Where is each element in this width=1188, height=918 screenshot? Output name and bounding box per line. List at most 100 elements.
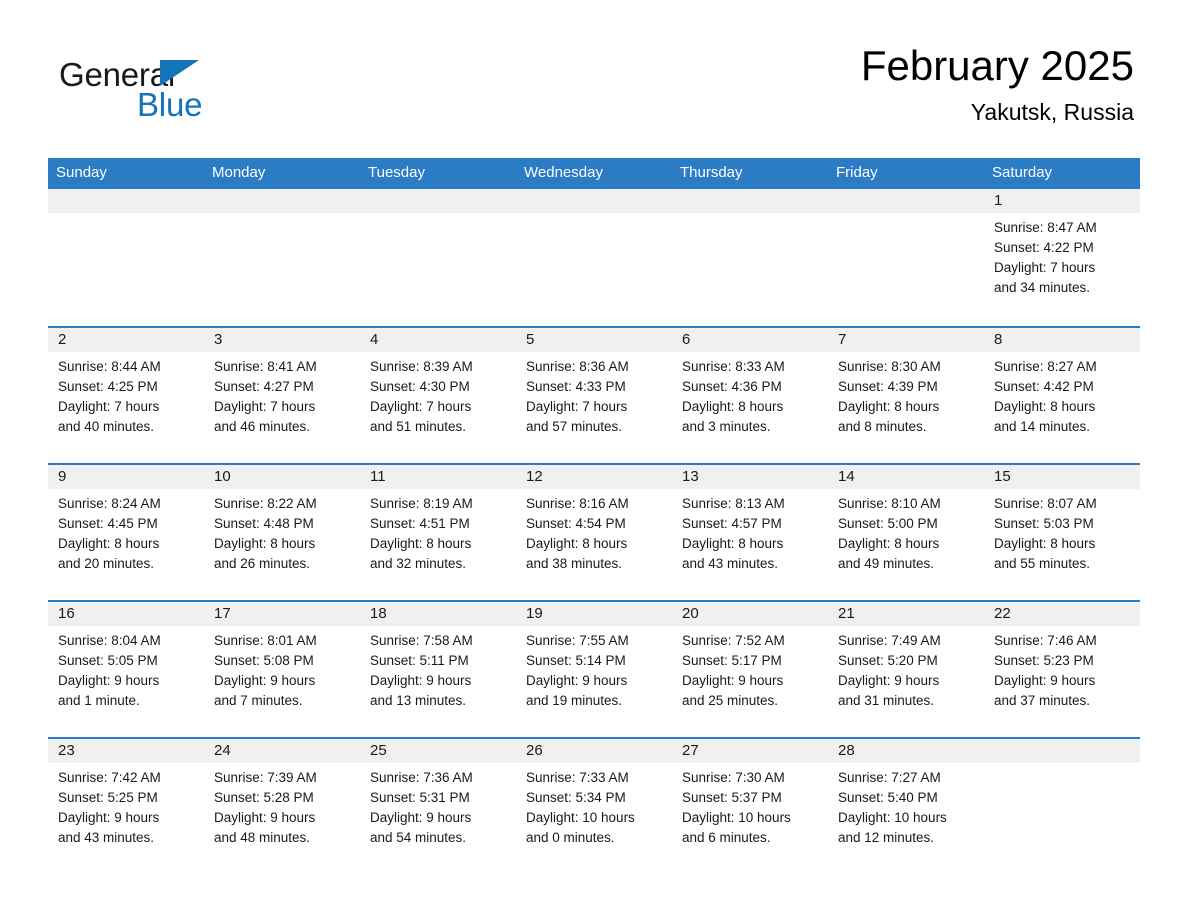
day-cell[interactable]: Sunrise: 8:36 AM Sunset: 4:33 PM Dayligh… xyxy=(516,352,672,463)
week-info-band: Sunrise: 8:24 AM Sunset: 4:45 PM Dayligh… xyxy=(48,489,1140,600)
day-number[interactable]: 24 xyxy=(204,739,360,763)
day-cell[interactable]: Sunrise: 7:55 AM Sunset: 5:14 PM Dayligh… xyxy=(516,626,672,737)
day-cell[interactable]: Sunrise: 7:39 AM Sunset: 5:28 PM Dayligh… xyxy=(204,763,360,874)
day-number[interactable]: 9 xyxy=(48,465,204,489)
day-cell[interactable]: Sunrise: 8:04 AM Sunset: 5:05 PM Dayligh… xyxy=(48,626,204,737)
daylight-text-line1: Daylight: 8 hours xyxy=(58,536,160,551)
weekday-header-sunday: Sunday xyxy=(56,164,107,181)
day-cell[interactable] xyxy=(360,213,516,326)
day-cell[interactable]: Sunrise: 7:36 AM Sunset: 5:31 PM Dayligh… xyxy=(360,763,516,874)
day-number[interactable]: 16 xyxy=(48,602,204,626)
daylight-text-line2: and 26 minutes. xyxy=(214,556,311,571)
day-cell[interactable]: Sunrise: 8:16 AM Sunset: 4:54 PM Dayligh… xyxy=(516,489,672,600)
day-number[interactable]: 27 xyxy=(672,739,828,763)
sunset-text: Sunset: 5:05 PM xyxy=(58,653,158,668)
day-number[interactable] xyxy=(360,189,516,213)
day-cell[interactable]: Sunrise: 7:27 AM Sunset: 5:40 PM Dayligh… xyxy=(828,763,984,874)
day-cell[interactable]: Sunrise: 7:52 AM Sunset: 5:17 PM Dayligh… xyxy=(672,626,828,737)
day-cell[interactable]: Sunrise: 8:41 AM Sunset: 4:27 PM Dayligh… xyxy=(204,352,360,463)
day-number[interactable]: 19 xyxy=(516,602,672,626)
day-number[interactable]: 28 xyxy=(828,739,984,763)
daylight-text-line2: and 38 minutes. xyxy=(526,556,623,571)
day-number[interactable]: 25 xyxy=(360,739,516,763)
day-cell[interactable]: Sunrise: 8:01 AM Sunset: 5:08 PM Dayligh… xyxy=(204,626,360,737)
day-number[interactable]: 13 xyxy=(672,465,828,489)
day-cell[interactable]: Sunrise: 7:42 AM Sunset: 5:25 PM Dayligh… xyxy=(48,763,204,874)
day-cell[interactable]: Sunrise: 8:13 AM Sunset: 4:57 PM Dayligh… xyxy=(672,489,828,600)
day-number[interactable]: 17 xyxy=(204,602,360,626)
day-cell[interactable]: Sunrise: 8:07 AM Sunset: 5:03 PM Dayligh… xyxy=(984,489,1140,600)
day-number[interactable]: 21 xyxy=(828,602,984,626)
daylight-text-line2: and 37 minutes. xyxy=(994,693,1091,708)
daylight-text-line2: and 54 minutes. xyxy=(370,830,467,845)
daylight-text-line1: Daylight: 9 hours xyxy=(58,673,160,688)
weekday-header-tuesday: Tuesday xyxy=(368,164,425,181)
sunset-text: Sunset: 5:28 PM xyxy=(214,790,314,805)
week-row: 23 24 25 26 27 28 Sunrise: 7:42 AM Sunse… xyxy=(48,737,1140,874)
sunrise-text: Sunrise: 8:16 AM xyxy=(526,496,629,511)
day-cell[interactable]: Sunrise: 7:33 AM Sunset: 5:34 PM Dayligh… xyxy=(516,763,672,874)
logo-triangle-icon xyxy=(160,60,199,86)
day-cell[interactable]: Sunrise: 8:33 AM Sunset: 4:36 PM Dayligh… xyxy=(672,352,828,463)
day-number[interactable] xyxy=(984,739,1140,763)
week-info-band: Sunrise: 8:04 AM Sunset: 5:05 PM Dayligh… xyxy=(48,626,1140,737)
day-number[interactable]: 7 xyxy=(828,328,984,352)
daylight-text-line1: Daylight: 8 hours xyxy=(994,399,1096,414)
day-cell[interactable]: Sunrise: 7:30 AM Sunset: 5:37 PM Dayligh… xyxy=(672,763,828,874)
day-number[interactable]: 23 xyxy=(48,739,204,763)
day-cell[interactable]: Sunrise: 7:49 AM Sunset: 5:20 PM Dayligh… xyxy=(828,626,984,737)
day-cell[interactable]: Sunrise: 8:10 AM Sunset: 5:00 PM Dayligh… xyxy=(828,489,984,600)
sunrise-text: Sunrise: 8:30 AM xyxy=(838,359,941,374)
day-cell[interactable]: Sunrise: 8:44 AM Sunset: 4:25 PM Dayligh… xyxy=(48,352,204,463)
daylight-text-line2: and 13 minutes. xyxy=(370,693,467,708)
general-blue-logo[interactable]: General Blue xyxy=(59,56,259,132)
day-number[interactable] xyxy=(48,189,204,213)
day-number[interactable]: 1 xyxy=(984,189,1140,213)
daylight-text-line1: Daylight: 9 hours xyxy=(214,810,316,825)
day-cell[interactable] xyxy=(984,763,1140,874)
day-number[interactable]: 22 xyxy=(984,602,1140,626)
daylight-text-line2: and 25 minutes. xyxy=(682,693,779,708)
day-cell[interactable]: Sunrise: 8:27 AM Sunset: 4:42 PM Dayligh… xyxy=(984,352,1140,463)
weekday-header-wednesday: Wednesday xyxy=(524,164,603,181)
day-number[interactable]: 3 xyxy=(204,328,360,352)
day-number[interactable] xyxy=(828,189,984,213)
day-number[interactable]: 12 xyxy=(516,465,672,489)
day-number[interactable]: 8 xyxy=(984,328,1140,352)
day-number[interactable] xyxy=(204,189,360,213)
day-cell[interactable]: Sunrise: 8:30 AM Sunset: 4:39 PM Dayligh… xyxy=(828,352,984,463)
day-number[interactable]: 15 xyxy=(984,465,1140,489)
day-cell[interactable]: Sunrise: 8:39 AM Sunset: 4:30 PM Dayligh… xyxy=(360,352,516,463)
week-row: 16 17 18 19 20 21 22 Sunrise: 8:04 AM Su… xyxy=(48,600,1140,737)
sunset-text: Sunset: 4:42 PM xyxy=(994,379,1094,394)
day-number[interactable]: 26 xyxy=(516,739,672,763)
day-cell[interactable] xyxy=(516,213,672,326)
day-number[interactable]: 20 xyxy=(672,602,828,626)
sunrise-text: Sunrise: 8:39 AM xyxy=(370,359,473,374)
day-cell[interactable] xyxy=(48,213,204,326)
day-cell[interactable]: Sunrise: 8:19 AM Sunset: 4:51 PM Dayligh… xyxy=(360,489,516,600)
daylight-text-line1: Daylight: 10 hours xyxy=(526,810,635,825)
day-number[interactable] xyxy=(516,189,672,213)
day-number[interactable]: 4 xyxy=(360,328,516,352)
day-number[interactable]: 14 xyxy=(828,465,984,489)
day-cell[interactable]: Sunrise: 7:46 AM Sunset: 5:23 PM Dayligh… xyxy=(984,626,1140,737)
day-cell[interactable]: Sunrise: 8:24 AM Sunset: 4:45 PM Dayligh… xyxy=(48,489,204,600)
day-cell[interactable]: Sunrise: 8:47 AM Sunset: 4:22 PM Dayligh… xyxy=(984,213,1140,326)
day-number[interactable]: 2 xyxy=(48,328,204,352)
day-cell[interactable] xyxy=(828,213,984,326)
week-daynum-band: 9 10 11 12 13 14 15 xyxy=(48,465,1140,489)
day-cell[interactable] xyxy=(204,213,360,326)
weekday-header-saturday: Saturday xyxy=(992,164,1053,181)
day-number[interactable]: 11 xyxy=(360,465,516,489)
day-cell[interactable]: Sunrise: 8:22 AM Sunset: 4:48 PM Dayligh… xyxy=(204,489,360,600)
day-number[interactable]: 5 xyxy=(516,328,672,352)
day-cell[interactable]: Sunrise: 7:58 AM Sunset: 5:11 PM Dayligh… xyxy=(360,626,516,737)
day-number[interactable]: 10 xyxy=(204,465,360,489)
day-number[interactable]: 18 xyxy=(360,602,516,626)
day-number[interactable] xyxy=(672,189,828,213)
day-cell[interactable] xyxy=(672,213,828,326)
daylight-text-line2: and 57 minutes. xyxy=(526,419,623,434)
day-number[interactable]: 6 xyxy=(672,328,828,352)
page-title: February 2025 xyxy=(860,42,1134,89)
